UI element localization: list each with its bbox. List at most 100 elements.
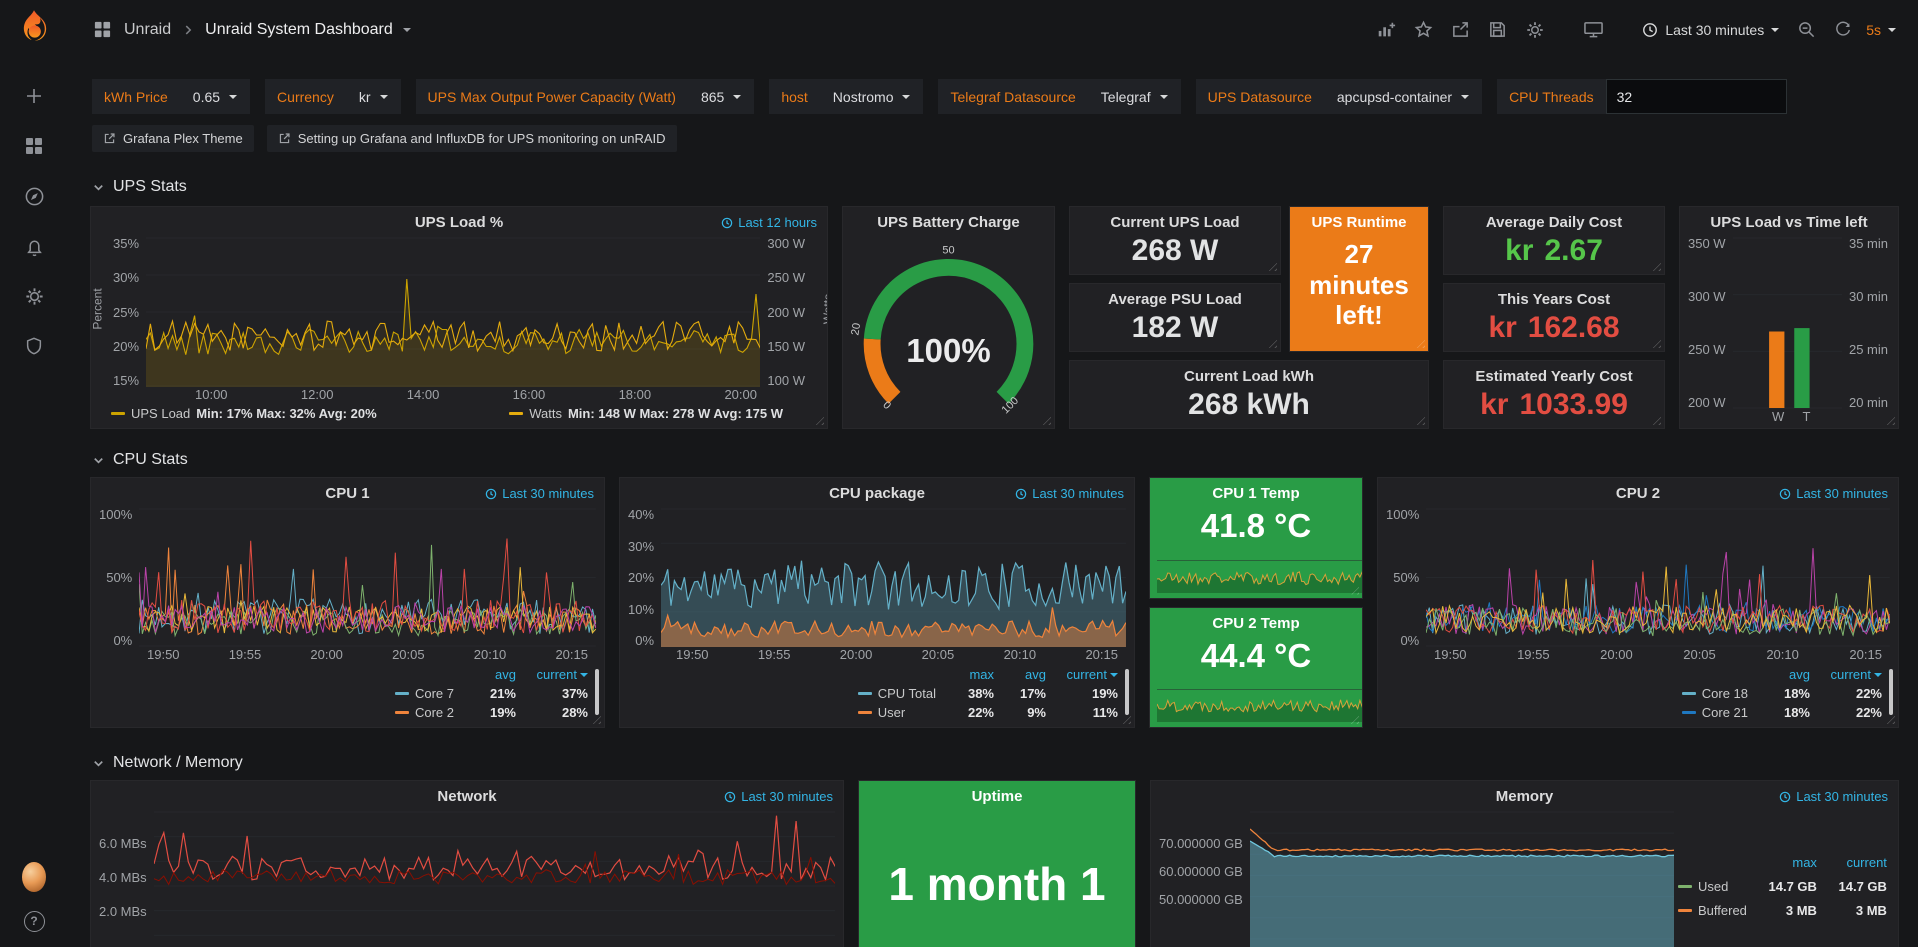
- legend-series-toggle[interactable]: Core 18: [1682, 686, 1748, 701]
- zoom-out-button[interactable]: [1789, 14, 1824, 45]
- clock-icon: [485, 488, 497, 500]
- panel-title[interactable]: Estimated Yearly Cost: [1444, 361, 1664, 387]
- legend-series-toggle[interactable]: Core 21: [1682, 705, 1748, 720]
- create-icon[interactable]: [22, 84, 46, 108]
- legend-header-current[interactable]: current: [524, 667, 588, 682]
- panel-title[interactable]: Current Load kWh: [1070, 361, 1428, 387]
- dashboards-icon[interactable]: [22, 134, 46, 158]
- legend-series-toggle[interactable]: Core 7: [395, 686, 454, 701]
- legend-header-current[interactable]: current: [1054, 667, 1118, 682]
- y-axis-title-left: Percent: [91, 289, 105, 330]
- time-range-chip[interactable]: Last 30 minutes: [485, 486, 594, 501]
- clock-icon: [724, 791, 736, 803]
- save-button[interactable]: [1480, 14, 1515, 45]
- template-variables-row: kWh Price 0.65 Currency kr UPS Max Outpu…: [68, 59, 1918, 114]
- time-range-chip[interactable]: Last 12 hours: [721, 215, 817, 230]
- variable-value-dropdown[interactable]: Nostromo: [820, 79, 924, 114]
- panel-title[interactable]: UPS Battery Charge: [843, 207, 1054, 233]
- time-range-chip[interactable]: Last 30 minutes: [724, 789, 833, 804]
- breadcrumb-dashboard[interactable]: Unraid System Dashboard: [205, 21, 393, 39]
- time-range-picker[interactable]: Last 30 minutes: [1634, 16, 1787, 44]
- legend-series-toggle[interactable]: Used: [1678, 879, 1747, 894]
- refresh-button[interactable]: [1826, 15, 1860, 45]
- x-axis: 19:5019:5520:0020:0520:1020:15: [91, 647, 604, 665]
- help-icon[interactable]: ?: [22, 909, 46, 933]
- legend-item[interactable]: UPS Load Min: 17% Max: 32% Avg: 20%: [111, 406, 377, 421]
- panel-current-load-kwh: Current Load kWh 268 kWh: [1069, 360, 1429, 429]
- add-panel-button[interactable]: [1368, 14, 1404, 46]
- grafana-logo[interactable]: [15, 8, 53, 46]
- variable-value-dropdown[interactable]: 0.65: [180, 79, 250, 114]
- memory-chart[interactable]: [1250, 811, 1674, 947]
- time-range-chip[interactable]: Last 30 minutes: [1015, 486, 1124, 501]
- refresh-interval-picker[interactable]: 5s: [1858, 16, 1904, 44]
- variable-value-dropdown[interactable]: Telegraf: [1088, 79, 1181, 114]
- legend-header-max[interactable]: max: [944, 667, 994, 682]
- row-header-network-memory[interactable]: Network / Memory: [92, 754, 1918, 772]
- cpu-package-chart[interactable]: [661, 508, 1126, 647]
- alerting-icon[interactable]: [22, 234, 46, 258]
- legend-header-current[interactable]: current: [1818, 667, 1882, 682]
- currency-unit: kr: [1488, 311, 1516, 344]
- row-header-ups-stats[interactable]: UPS Stats: [92, 178, 1918, 196]
- axis-tick: 19:50: [147, 647, 180, 665]
- avatar[interactable]: [22, 865, 46, 889]
- legend-scrollbar[interactable]: [595, 669, 599, 715]
- variable-value-dropdown[interactable]: apcupsd-container: [1324, 79, 1482, 114]
- security-icon[interactable]: [22, 334, 46, 358]
- panel-title[interactable]: CPU 2 Temp: [1150, 608, 1362, 634]
- panel-title[interactable]: UPS Load vs Time left: [1680, 207, 1898, 233]
- row-header-cpu-stats[interactable]: CPU Stats: [92, 451, 1918, 469]
- legend-series-toggle[interactable]: Core 2: [395, 705, 454, 720]
- cpu1-chart[interactable]: [139, 508, 596, 647]
- breadcrumb-app[interactable]: Unraid: [124, 21, 171, 39]
- panel-title[interactable]: UPS Runtime: [1290, 207, 1428, 233]
- axis-tick: 150 W: [767, 340, 805, 353]
- legend-swatch: [858, 692, 872, 695]
- panel-title[interactable]: This Years Cost: [1444, 284, 1664, 310]
- variable-value-dropdown[interactable]: 865: [688, 79, 754, 114]
- cpu-threads-input[interactable]: [1606, 79, 1787, 114]
- time-range-chip[interactable]: Last 30 minutes: [1779, 486, 1888, 501]
- legend-header-avg[interactable]: avg: [1002, 667, 1046, 682]
- panel-title[interactable]: Uptime: [859, 781, 1135, 807]
- configuration-icon[interactable]: [22, 284, 46, 308]
- cycle-view-button[interactable]: [1575, 14, 1612, 45]
- panel-title[interactable]: UPS Load %: [91, 207, 827, 233]
- panel-title[interactable]: CPU 1 Temp: [1150, 478, 1362, 504]
- dashboard-link-plex-theme[interactable]: Grafana Plex Theme: [92, 125, 254, 152]
- avatar-image: [22, 862, 46, 892]
- ups-load-chart[interactable]: [146, 237, 760, 387]
- variable-value-dropdown[interactable]: kr: [346, 79, 401, 114]
- legend-series-toggle[interactable]: Buffered: [1678, 903, 1747, 918]
- time-range-chip[interactable]: Last 30 minutes: [1779, 789, 1888, 804]
- panel-title[interactable]: Current UPS Load: [1070, 207, 1280, 233]
- row-title: UPS Stats: [113, 178, 187, 196]
- network-chart[interactable]: [154, 811, 835, 947]
- cpu2-chart[interactable]: [1426, 508, 1890, 647]
- legend-header-avg[interactable]: avg: [1756, 667, 1810, 682]
- navbar-actions: Last 30 minutes 5s: [1368, 14, 1904, 46]
- variable-value: kr: [359, 89, 371, 105]
- star-button[interactable]: [1406, 14, 1441, 45]
- legend-header-current[interactable]: current: [1825, 855, 1887, 870]
- explore-icon[interactable]: [22, 184, 46, 208]
- axis-tick: 19:55: [1517, 647, 1550, 665]
- legend-series-toggle[interactable]: CPU Total: [858, 686, 936, 701]
- axis-tick: 14:00: [407, 387, 440, 405]
- legend-header-avg[interactable]: avg: [462, 667, 516, 682]
- legend-scrollbar[interactable]: [1125, 669, 1129, 715]
- panel-title[interactable]: Average Daily Cost: [1444, 207, 1664, 233]
- legend-scrollbar[interactable]: [1889, 669, 1893, 715]
- dashboard-link-ups-guide[interactable]: Setting up Grafana and InfluxDB for UPS …: [267, 125, 677, 152]
- legend-series-toggle[interactable]: User: [858, 705, 936, 720]
- share-button[interactable]: [1443, 14, 1478, 45]
- dashboard-caret-down-icon[interactable]: [403, 28, 411, 32]
- legend-item[interactable]: Watts Min: 148 W Max: 278 W Avg: 175 W: [509, 406, 783, 421]
- axis-tick: 10%: [628, 603, 654, 616]
- clock-icon: [1015, 488, 1027, 500]
- legend-header-max[interactable]: max: [1755, 855, 1817, 870]
- settings-button[interactable]: [1517, 14, 1553, 46]
- axis-tick: 100 W: [767, 374, 805, 387]
- panel-title[interactable]: Average PSU Load: [1070, 284, 1280, 310]
